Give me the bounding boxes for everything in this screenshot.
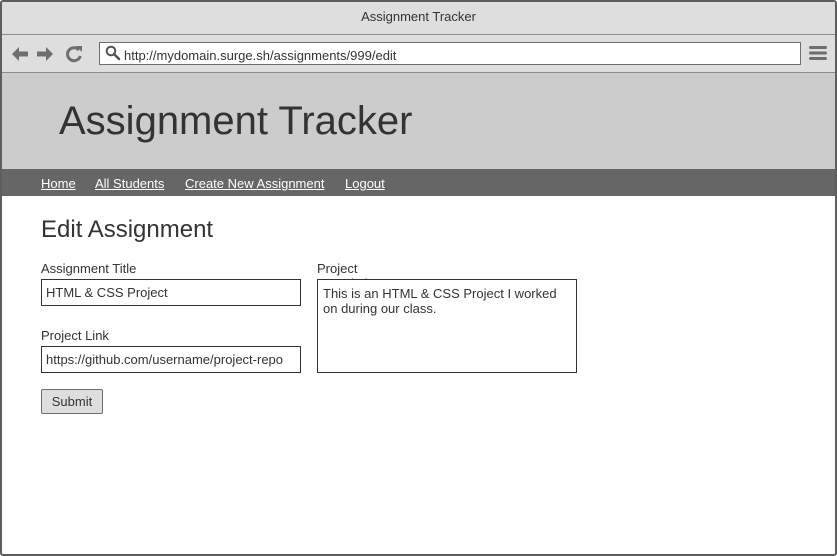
nav-link-logout[interactable]: Logout — [345, 176, 385, 191]
project-link-label: Project Link — [41, 328, 109, 343]
page-title: Edit Assignment — [41, 216, 214, 243]
nav-link-create-new-assignment[interactable]: Create New Assignment — [185, 176, 324, 191]
main-nav: Home All Students Create New Assignment … — [2, 169, 835, 196]
assignment-title-input[interactable] — [41, 279, 301, 306]
reload-button[interactable] — [64, 44, 84, 64]
forward-button[interactable] — [35, 44, 55, 64]
back-arrow-icon — [12, 47, 28, 61]
site-title: Assignment Tracker — [59, 99, 413, 143]
window-title: Assignment Tracker — [2, 2, 835, 35]
browser-toolbar — [2, 35, 835, 73]
browser-window: Assignment Tracker http://mydomain.surge… — [0, 0, 837, 556]
search-icon — [105, 45, 121, 61]
nav-link-home[interactable]: Home — [41, 176, 76, 191]
nav-link-all-students[interactable]: All Students — [95, 176, 164, 191]
forward-arrow-icon — [37, 47, 53, 61]
back-button[interactable] — [10, 44, 30, 64]
project-link-input[interactable] — [41, 346, 301, 373]
project-description-textarea[interactable]: This is an HTML & CSS Project I worked o… — [317, 279, 577, 373]
edit-assignment-form: Edit Assignment Assignment Title Project… — [41, 216, 577, 414]
address-bar[interactable] — [99, 42, 801, 66]
submit-button[interactable]: Submit — [41, 389, 103, 414]
assignment-title-label: Assignment Title — [41, 261, 137, 276]
menu-button[interactable] — [809, 44, 827, 62]
hamburger-menu-icon — [809, 46, 827, 60]
reload-icon — [66, 46, 82, 63]
url-input[interactable] — [124, 43, 794, 66]
site-header: Assignment Tracker — [2, 73, 835, 169]
